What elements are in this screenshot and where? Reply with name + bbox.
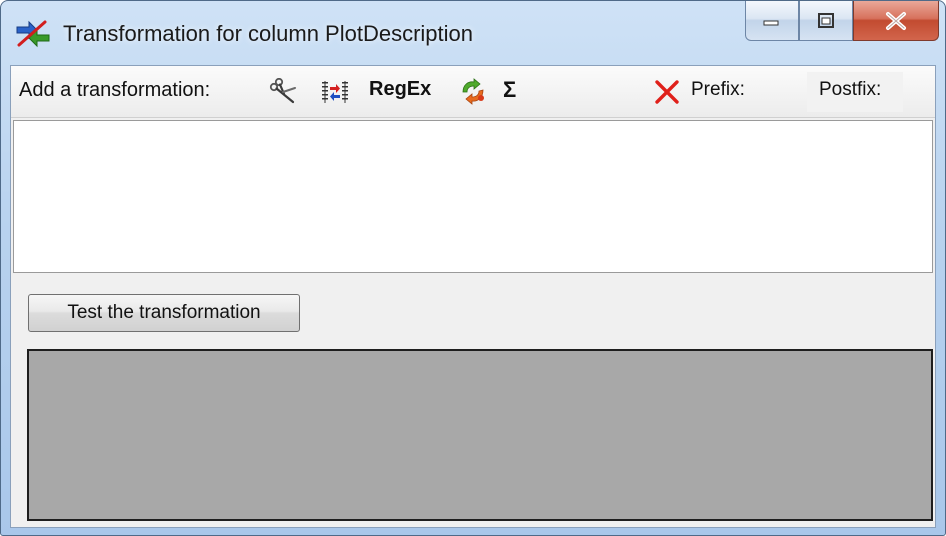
close-icon	[886, 11, 906, 30]
transform-app-icon	[15, 19, 51, 49]
regex-tool[interactable]: RegEx	[369, 78, 431, 101]
scissors-icon[interactable]	[269, 77, 297, 106]
toolbar-label: Add a transformation:	[19, 79, 211, 101]
replace-arrows-icon[interactable]	[459, 78, 487, 106]
client-area: Add a transformation: RegEx Σ Prefix: Po…	[10, 65, 936, 528]
close-button[interactable]	[853, 1, 939, 41]
minimize-icon	[763, 20, 779, 25]
transformation-list[interactable]	[13, 120, 933, 273]
maximize-button[interactable]	[799, 1, 853, 41]
merge-columns-icon[interactable]	[321, 78, 349, 106]
title-bar[interactable]: Transformation for column PlotDescriptio…	[1, 1, 945, 65]
minimize-button[interactable]	[745, 1, 799, 41]
transformation-window: Transformation for column PlotDescriptio…	[0, 0, 946, 536]
prefix-label[interactable]: Prefix:	[691, 79, 745, 101]
test-transformation-button[interactable]: Test the transformation	[28, 294, 300, 332]
maximize-icon	[818, 12, 834, 28]
window-title: Transformation for column PlotDescriptio…	[63, 21, 474, 46]
transformation-toolbar: Add a transformation: RegEx Σ Prefix: Po…	[11, 66, 935, 118]
caption-buttons	[745, 1, 939, 45]
result-panel[interactable]	[27, 349, 933, 521]
sum-tool[interactable]: Σ	[503, 77, 516, 103]
red-x-icon[interactable]	[653, 78, 681, 106]
postfix-label[interactable]: Postfix:	[819, 79, 881, 101]
